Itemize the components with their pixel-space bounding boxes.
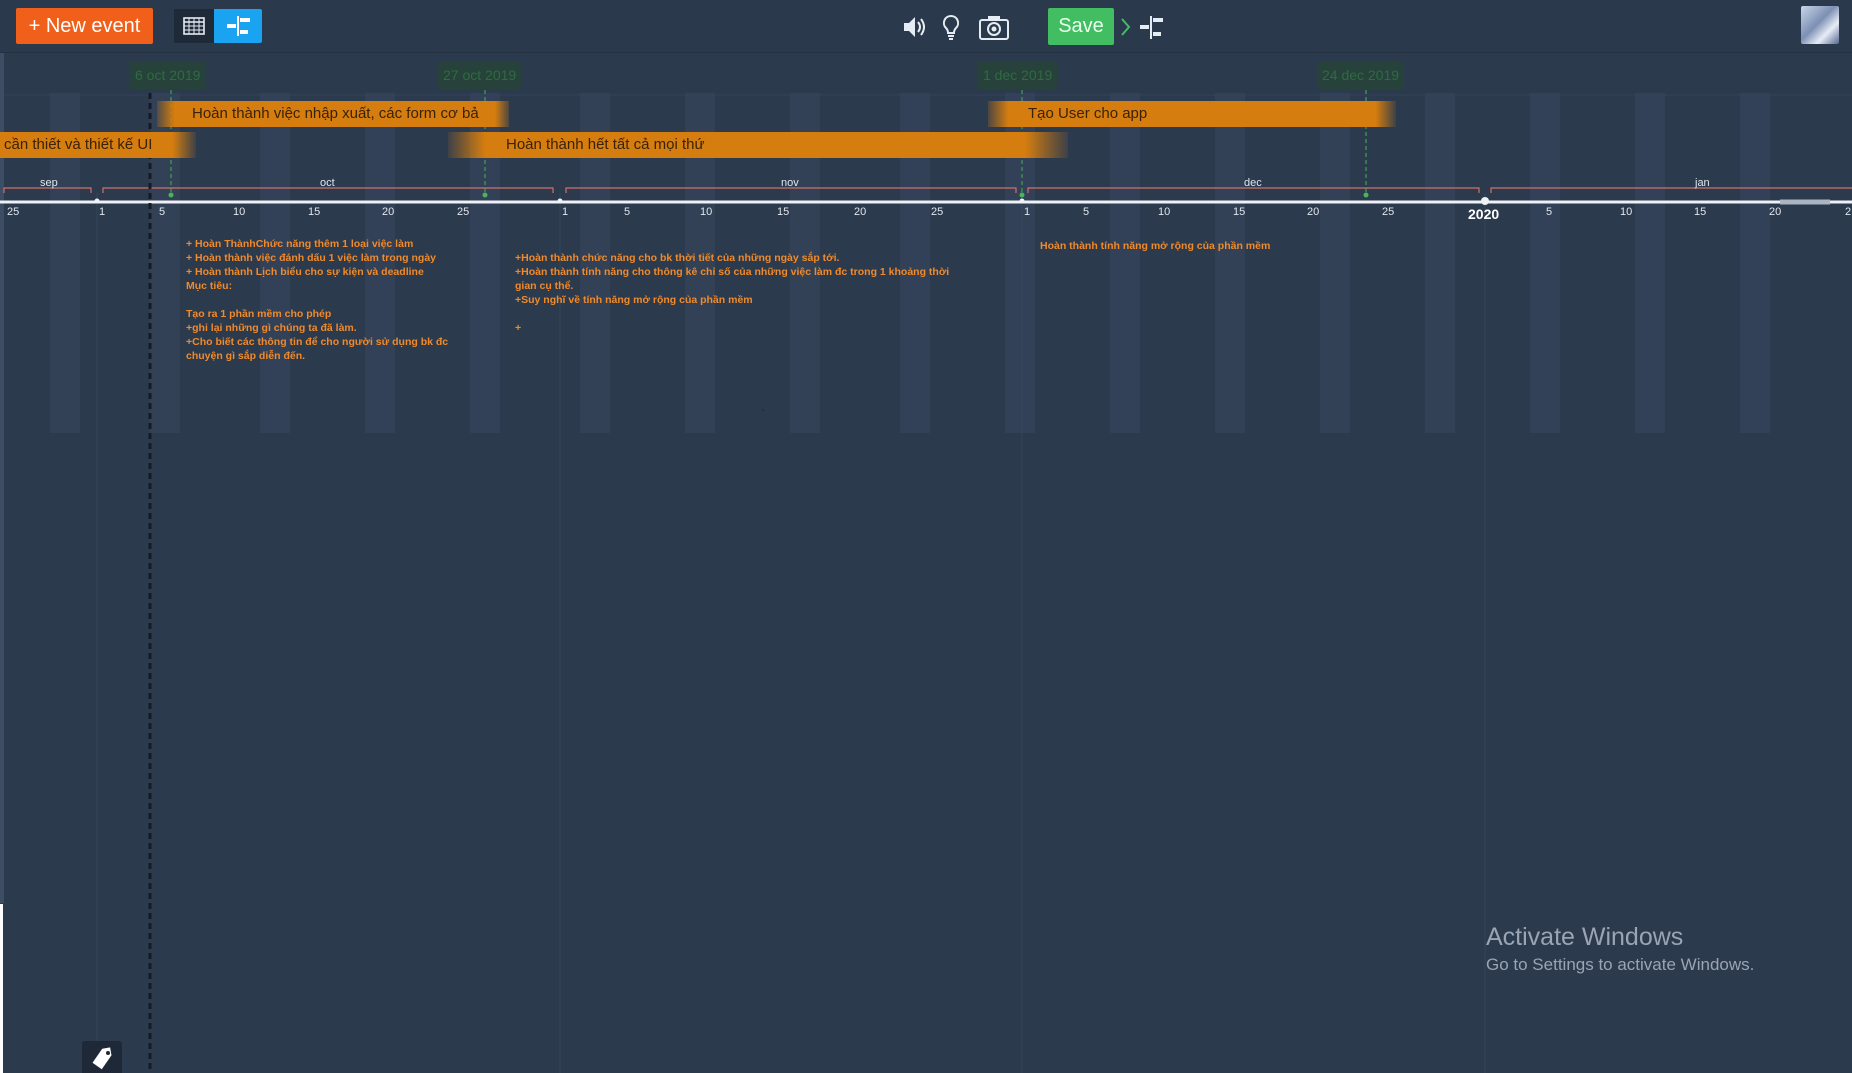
date-marker[interactable]: 24 dec 2019 bbox=[1317, 61, 1405, 89]
date-marker[interactable]: 6 oct 2019 bbox=[130, 61, 206, 89]
day-tick-label: 25 bbox=[931, 206, 944, 218]
table-view-icon bbox=[183, 17, 205, 35]
watermark-title: Activate Windows bbox=[1486, 923, 1684, 951]
day-tick-label: 20 bbox=[1769, 206, 1782, 218]
day-tick-label: 10 bbox=[1158, 206, 1171, 218]
day-tick-label: 5 bbox=[1546, 206, 1553, 218]
lightbulb-icon[interactable] bbox=[936, 12, 966, 42]
day-tick-label: 10 bbox=[1620, 206, 1633, 218]
day-tick-label: 5 bbox=[624, 206, 631, 218]
day-tick-label: 1 bbox=[1024, 206, 1031, 218]
event-bar[interactable]: Hoàn thành việc nhập xuất, các form cơ b… bbox=[157, 101, 509, 127]
date-marker[interactable]: 1 dec 2019 bbox=[978, 61, 1058, 89]
day-tick-label: 20 bbox=[382, 206, 395, 218]
timeline-view-icon bbox=[227, 16, 250, 36]
event-notes[interactable]: +Hoàn thành chức năng cho bk thời tiết c… bbox=[515, 251, 1015, 335]
day-tick-label: 15 bbox=[1233, 206, 1246, 218]
day-tick-label: 25 bbox=[1382, 206, 1395, 218]
top-toolbar: + New event Save bbox=[0, 0, 1852, 53]
timeline-layout-icon[interactable] bbox=[1136, 12, 1166, 42]
event-bar[interactable]: Hoàn thành hết tất cả mọi thứ bbox=[448, 132, 1068, 158]
chevron-right-icon[interactable] bbox=[1118, 12, 1134, 42]
user-avatar[interactable] bbox=[1801, 6, 1839, 44]
day-tick-label: 10 bbox=[700, 206, 713, 218]
timeline-app: + New event Save 6 oct 2019 27 oct 2019 … bbox=[0, 0, 1852, 1073]
table-view-button[interactable] bbox=[174, 9, 214, 43]
month-label: jan bbox=[1695, 177, 1710, 189]
day-tick-label: 15 bbox=[777, 206, 790, 218]
camera-icon[interactable] bbox=[977, 12, 1011, 42]
month-label: sep bbox=[40, 177, 58, 189]
watermark-subtitle: Go to Settings to activate Windows. bbox=[1486, 955, 1755, 974]
save-button[interactable]: Save bbox=[1048, 8, 1114, 45]
event-notes[interactable]: Hoàn thành tính năng mở rộng của phần mề… bbox=[1040, 239, 1400, 253]
timeline-background bbox=[0, 53, 1852, 1073]
day-tick-label: 15 bbox=[1694, 206, 1707, 218]
day-tick-label: 1 bbox=[562, 206, 569, 218]
event-bar[interactable]: cần thiết và thiết kế UI bbox=[0, 132, 196, 158]
month-label: oct bbox=[320, 177, 335, 189]
day-tick-label: 10 bbox=[233, 206, 246, 218]
tag-button[interactable] bbox=[82, 1041, 122, 1073]
tag-icon bbox=[92, 1047, 112, 1070]
timeline-view-button[interactable] bbox=[214, 9, 262, 43]
event-notes[interactable]: + Hoàn ThànhChức năng thêm 1 loại việc l… bbox=[186, 237, 486, 363]
day-tick-label: 25 bbox=[7, 206, 20, 218]
month-label: nov bbox=[781, 177, 799, 189]
day-tick-label: 20 bbox=[854, 206, 867, 218]
date-marker[interactable]: 27 oct 2019 bbox=[438, 61, 522, 89]
year-label: 2020 bbox=[1468, 206, 1500, 222]
month-label: dec bbox=[1244, 177, 1262, 189]
new-event-button[interactable]: + New event bbox=[16, 8, 153, 44]
day-tick-label: 15 bbox=[308, 206, 321, 218]
day-tick-label: 5 bbox=[1083, 206, 1090, 218]
day-tick-label: 1 bbox=[99, 206, 106, 218]
day-tick-label: 2 bbox=[1845, 206, 1852, 218]
speaker-icon[interactable] bbox=[899, 12, 929, 42]
day-tick-label: 20 bbox=[1307, 206, 1320, 218]
day-tick-label: 5 bbox=[159, 206, 166, 218]
left-edge bbox=[0, 904, 3, 1073]
activate-windows-watermark: Activate Windows Go to Settings to activ… bbox=[1486, 921, 1754, 977]
event-bar[interactable]: Tạo User cho app bbox=[988, 101, 1396, 127]
timeline-canvas[interactable]: 6 oct 2019 27 oct 2019 1 dec 2019 24 dec… bbox=[0, 53, 1852, 1073]
day-tick-label: 25 bbox=[457, 206, 470, 218]
